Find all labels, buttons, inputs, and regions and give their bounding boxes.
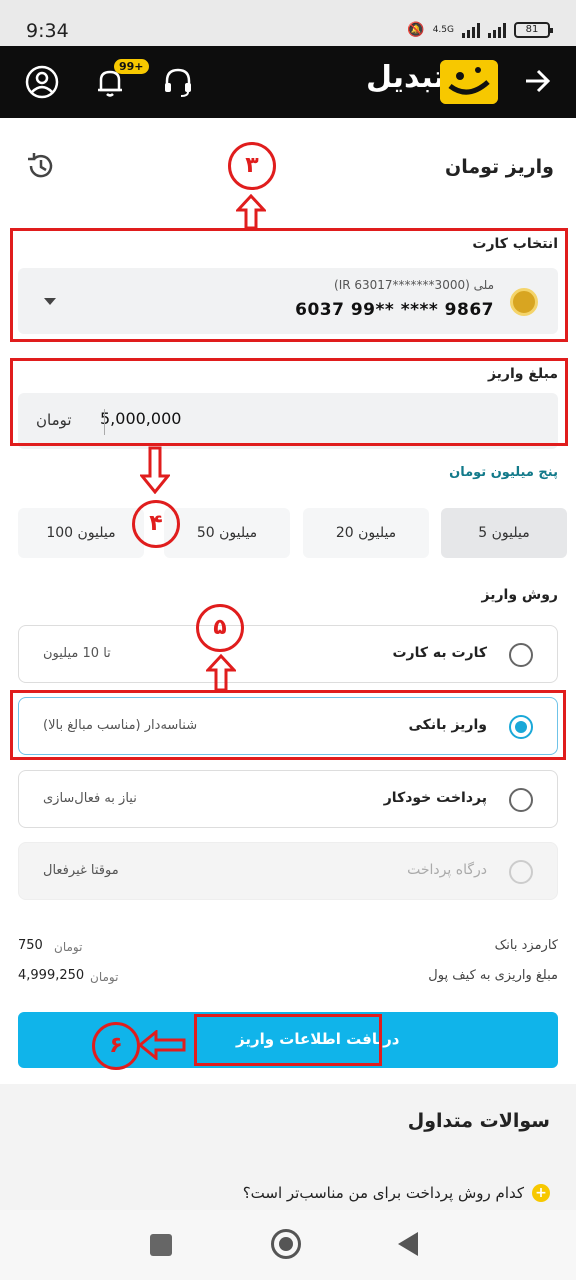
method-label: روش واریز: [481, 587, 558, 603]
faq-title: سوالات متداول: [407, 1110, 550, 1132]
home-icon[interactable]: [271, 1229, 301, 1259]
method-desc: نیاز به فعال‌سازی: [43, 791, 137, 806]
network-label: 4.5G: [432, 24, 454, 35]
quick-amount-5m[interactable]: 5 میلیون: [441, 508, 567, 558]
annotation-step-4: ۴: [132, 500, 180, 548]
annotation-box-amount: [10, 358, 568, 446]
method-title: پرداخت خودکار: [383, 790, 487, 806]
annotation-box-submit: [194, 1014, 382, 1066]
annotation-arrow-up-icon-2: [206, 654, 236, 692]
annotation-arrow-left-icon: [138, 1030, 186, 1060]
faq-item[interactable]: کدام روش پرداخت برای من مناسب‌تر است؟ +: [243, 1184, 550, 1202]
back-arrow-icon[interactable]: [522, 66, 552, 96]
annotation-step-5: ۵: [196, 604, 244, 652]
radio-payment-gateway: [509, 860, 533, 884]
bank-fee-unit: تومان: [54, 940, 83, 954]
profile-icon[interactable]: [24, 64, 60, 100]
status-icons: 🔕 4.5G 81: [407, 22, 553, 38]
signal-icon-2: [488, 22, 506, 38]
amount-in-words: پنج میلیون تومان: [449, 465, 558, 480]
back-icon[interactable]: [398, 1232, 418, 1256]
method-payment-gateway: درگاه پرداخت موقتا غیرفعال: [18, 842, 558, 900]
method-card-to-card[interactable]: کارت به کارت تا 10 میلیون: [18, 625, 558, 683]
annotation-box-method: [10, 690, 566, 760]
annotation-arrow-down-icon: [140, 446, 170, 494]
deposit-amount-unit: تومان: [90, 970, 119, 984]
radio-card-to-card[interactable]: [509, 643, 533, 667]
quick-amount-50m[interactable]: 50 میلیون: [164, 508, 290, 558]
status-bar: 9:34 🔕 4.5G 81: [0, 0, 576, 46]
history-icon[interactable]: [24, 150, 56, 182]
battery-icon: 81: [514, 22, 553, 38]
method-desc: تا 10 میلیون: [43, 646, 111, 661]
page-title: واریز تومان: [445, 156, 554, 178]
app-header: 99+ تبدیل: [0, 46, 576, 118]
recents-icon[interactable]: [150, 1234, 172, 1256]
headset-icon[interactable]: [160, 64, 196, 100]
annotation-step-3: ۳: [228, 142, 276, 190]
radio-auto-payment[interactable]: [509, 788, 533, 812]
annotation-step-6: ۶: [92, 1022, 140, 1070]
notification-badge: 99+: [114, 59, 149, 74]
quick-amount-20m[interactable]: 20 میلیون: [303, 508, 429, 558]
system-nav-bar: [0, 1210, 576, 1280]
annotation-box-card: [10, 228, 568, 342]
signal-icon: [462, 22, 480, 38]
deposit-amount-value: 4,999,250: [18, 968, 85, 983]
method-title: کارت به کارت: [392, 645, 487, 661]
faq-question: کدام روش پرداخت برای من مناسب‌تر است؟: [242, 1184, 524, 1202]
brand-name: تبدیل: [366, 60, 445, 95]
status-time: 9:34: [26, 20, 69, 42]
bank-fee-value: 750: [18, 938, 43, 953]
method-title: درگاه پرداخت: [407, 862, 487, 878]
plus-icon: +: [532, 1184, 550, 1202]
brand-logo-icon: [440, 60, 498, 104]
method-desc: موقتا غیرفعال: [43, 863, 119, 878]
bank-fee-label: کارمزد بانک: [494, 938, 558, 953]
quick-amount-100m[interactable]: 100 میلیون: [18, 508, 144, 558]
method-auto-payment[interactable]: پرداخت خودکار نیاز به فعال‌سازی: [18, 770, 558, 828]
annotation-arrow-up-icon: [236, 194, 266, 230]
mute-icon: 🔕: [407, 22, 425, 38]
deposit-amount-label: مبلغ واریزی به کیف پول: [428, 968, 558, 983]
